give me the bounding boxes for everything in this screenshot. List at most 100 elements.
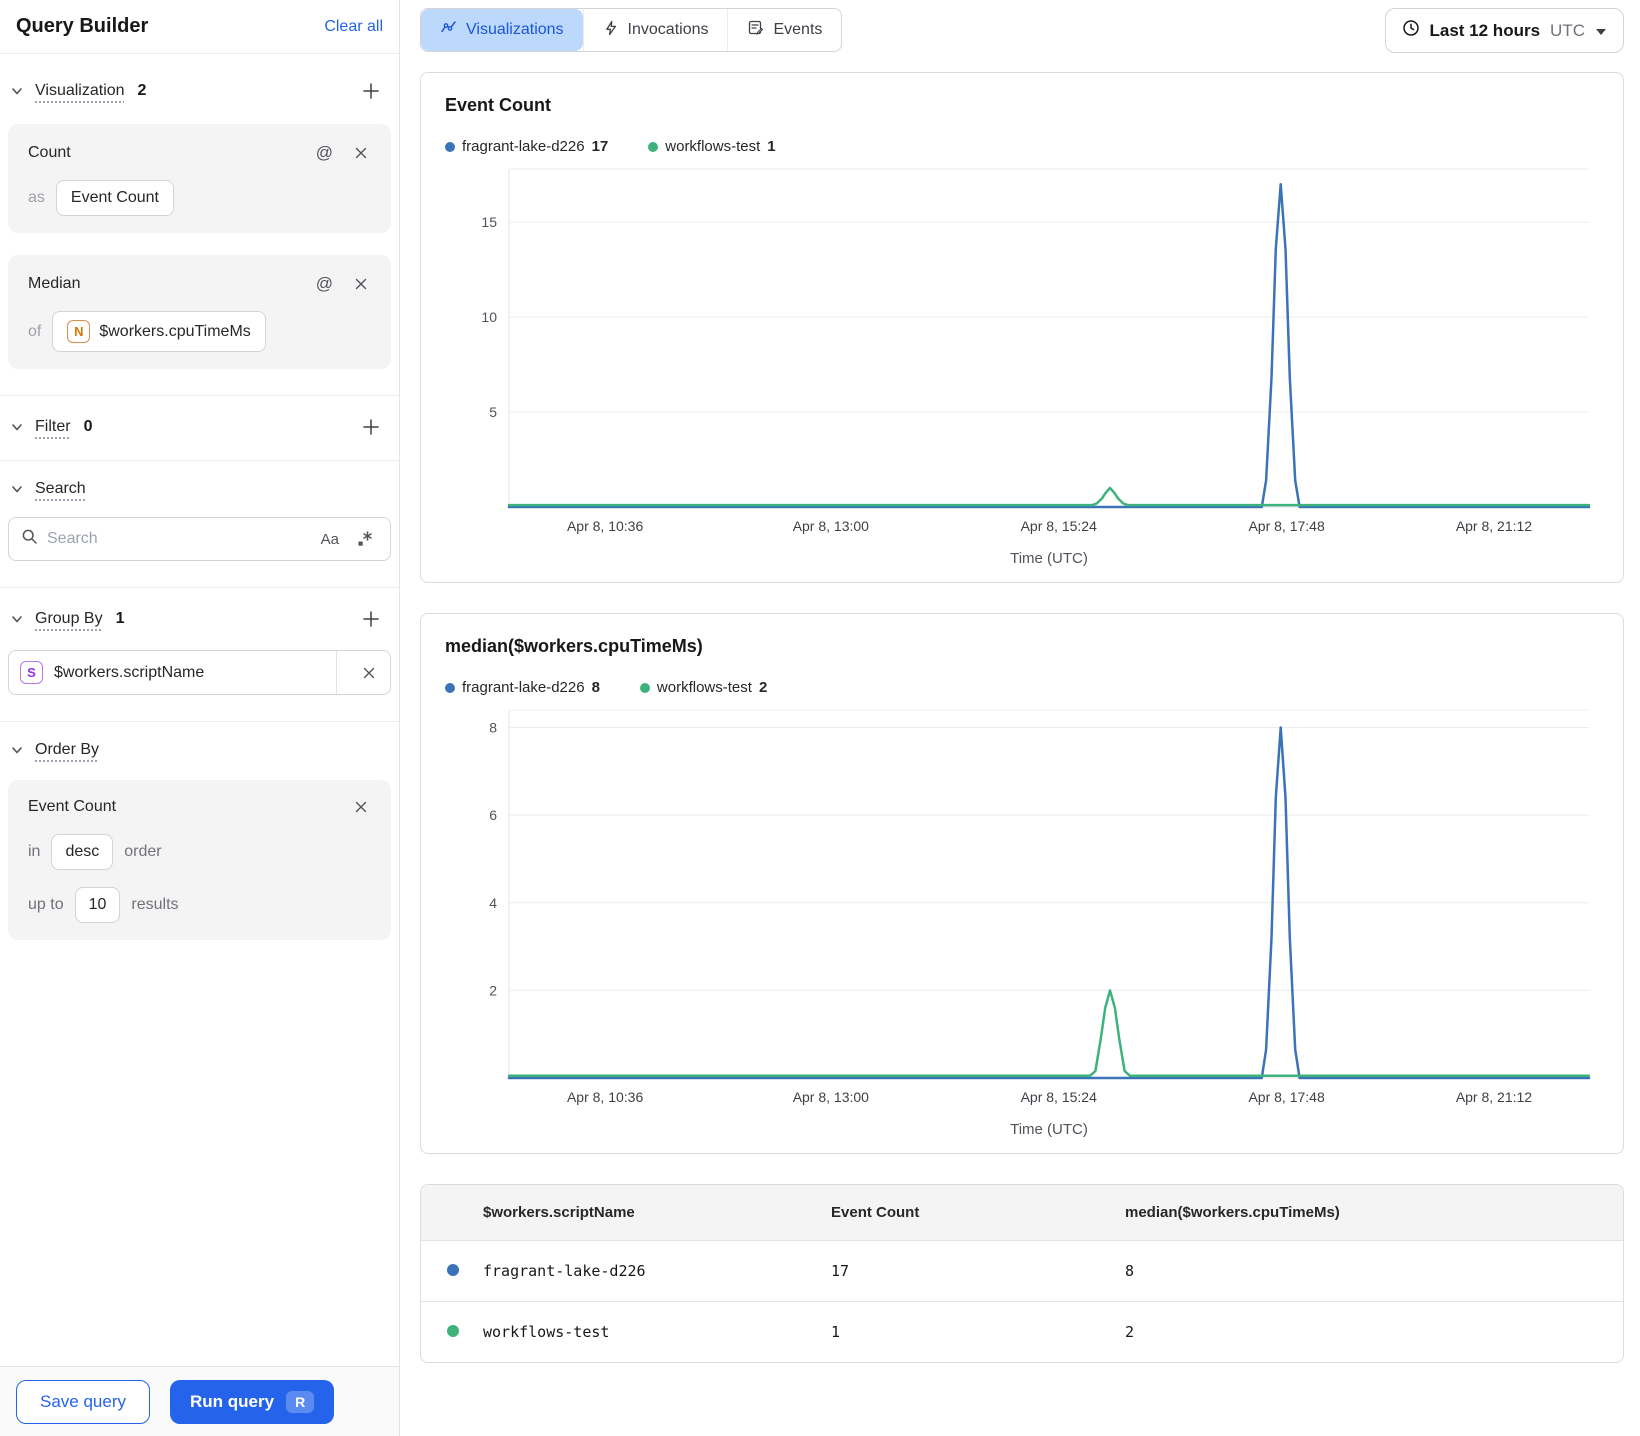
remove-group-by-button[interactable] <box>348 651 390 694</box>
legend-item[interactable]: workflows-test 2 <box>639 679 768 696</box>
event-count-line-chart[interactable]: 5 10 15 Apr 8, 10:36 Apr 8, 13:00 Apr 8, 15:2… <box>445 155 1597 570</box>
group-by-item[interactable]: S $workers.scriptName <box>8 650 391 695</box>
x-tick-label: Apr 8, 15:24 <box>1021 1089 1097 1105</box>
y-tick-label: 10 <box>481 309 497 325</box>
as-label: as <box>28 189 45 206</box>
series-line <box>507 486 1591 507</box>
table-row[interactable]: fragrant-lake-d226 17 8 <box>421 1240 1623 1302</box>
of-label: of <box>28 322 42 340</box>
aggregation-name: Median <box>28 275 81 292</box>
clear-all-button[interactable]: Clear all <box>324 18 383 36</box>
y-tick-label: 8 <box>489 720 497 736</box>
filter-count: 0 <box>83 418 93 435</box>
legend-name: fragrant-lake-d226 <box>462 138 585 155</box>
mention-icon[interactable]: @ <box>314 141 335 165</box>
group-by-field: $workers.scriptName <box>54 663 205 681</box>
event-count-cell: 1 <box>819 1301 1113 1362</box>
filter-section: Filter 0 <box>0 396 399 461</box>
close-icon[interactable] <box>351 797 371 817</box>
legend-dot <box>445 141 455 152</box>
save-query-button[interactable]: Save query <box>16 1379 150 1424</box>
chart-legend: fragrant-lake-d226 17 workflows-test 1 <box>445 138 1599 155</box>
y-tick-label: 2 <box>489 982 497 998</box>
legend-value: 2 <box>758 679 768 696</box>
up-to-label: up to <box>28 896 64 913</box>
line-chart-icon <box>440 19 457 41</box>
x-tick-label: Apr 8, 21:12 <box>1456 1089 1532 1105</box>
group-by-count: 1 <box>115 610 125 627</box>
legend-item[interactable]: fragrant-lake-d226 8 <box>445 679 600 696</box>
time-range-selector[interactable]: Last 12 hours UTC <box>1384 8 1624 53</box>
limit-input[interactable]: 10 <box>74 887 121 923</box>
event-count-column-header: Event Count <box>819 1185 1113 1241</box>
alias-value-box[interactable]: Event Count <box>55 180 174 216</box>
x-tick-label: Apr 8, 10:36 <box>567 1089 643 1105</box>
legend-item[interactable]: workflows-test 1 <box>648 138 776 155</box>
sort-direction-select[interactable]: desc <box>51 834 114 870</box>
chevron-down-icon[interactable] <box>8 480 26 498</box>
add-filter-button[interactable] <box>359 415 383 439</box>
main-header: Visualizations Invocations Events Last 1… <box>420 8 1624 53</box>
chart-title: median($workers.cpuTimeMs) <box>445 636 703 656</box>
chevron-down-icon[interactable] <box>8 610 26 628</box>
y-tick-label: 5 <box>489 404 497 420</box>
legend-value: 1 <box>767 138 776 155</box>
timezone-label: UTC <box>1550 20 1585 40</box>
y-tick-label: 15 <box>481 214 497 230</box>
median-cputime-line-chart[interactable]: 2 4 6 8 Apr 8, 10:36 Apr 8, 13:00 Apr 8, 15:24… <box>445 696 1597 1141</box>
visualization-count: 2 <box>137 82 147 99</box>
chevron-down-icon[interactable] <box>8 418 26 436</box>
regex-toggle[interactable] <box>354 528 376 550</box>
main-content: Visualizations Invocations Events Last 1… <box>400 0 1640 1436</box>
run-query-button[interactable]: Run query R <box>170 1379 335 1424</box>
events-note-icon <box>747 19 764 41</box>
chevron-down-icon[interactable] <box>8 82 26 100</box>
series-line <box>507 989 1591 1078</box>
legend-item[interactable]: fragrant-lake-d226 17 <box>445 138 608 155</box>
close-icon[interactable] <box>351 143 371 163</box>
search-section: Search Aa <box>0 461 399 588</box>
series-color-cell <box>421 1240 471 1302</box>
chevron-down-icon[interactable] <box>8 741 26 759</box>
tab-invocations[interactable]: Invocations <box>582 9 728 51</box>
sidebar-header: Query Builder Clear all <box>0 0 399 54</box>
tab-label: Invocations <box>627 21 709 38</box>
dot-column-header <box>421 1185 471 1241</box>
median-cell: 8 <box>1113 1240 1623 1302</box>
mention-icon[interactable]: @ <box>314 272 335 296</box>
search-input[interactable] <box>47 530 312 548</box>
close-icon[interactable] <box>351 274 371 294</box>
results-table: $workers.scriptName Event Count median($… <box>421 1185 1623 1362</box>
search-label: Search <box>35 480 86 497</box>
add-visualization-button[interactable] <box>359 79 383 103</box>
table-row[interactable]: workflows-test 1 2 <box>421 1301 1623 1362</box>
tab-label: Events <box>773 21 823 38</box>
x-axis-title: Time (UTC) <box>1010 1121 1088 1138</box>
field-value: $workers.cpuTimeMs <box>99 322 251 340</box>
clock-icon <box>1402 19 1420 42</box>
script-name-cell: fragrant-lake-d226 <box>471 1240 819 1302</box>
x-tick-label: Apr 8, 17:48 <box>1248 518 1324 534</box>
legend-value: 8 <box>591 679 600 696</box>
caret-down-icon <box>1595 21 1607 41</box>
x-tick-label: Apr 8, 13:00 <box>793 1089 869 1105</box>
page-title: Query Builder <box>16 15 149 37</box>
median-cputime-chart-card: median($workers.cpuTimeMs) fragrant-lake… <box>420 613 1624 1154</box>
app-root: Query Builder Clear all Visualization 2 <box>0 0 1640 1436</box>
tab-events[interactable]: Events <box>727 9 841 51</box>
x-tick-label: Apr 8, 21:12 <box>1456 518 1532 534</box>
legend-dot <box>639 682 650 693</box>
visualization-section: Visualization 2 Count @ as Event Count M… <box>0 60 399 396</box>
add-group-by-button[interactable] <box>359 607 383 631</box>
chart-legend: fragrant-lake-d226 8 workflows-test 2 <box>445 679 1599 696</box>
y-tick-label: 4 <box>489 895 497 911</box>
match-case-toggle[interactable]: Aa <box>321 531 339 548</box>
order-by-section: Order By Event Count in desc order up to… <box>0 722 399 966</box>
lightning-icon <box>603 20 619 41</box>
table-header-row: $workers.scriptName Event Count median($… <box>421 1185 1623 1241</box>
script-name-cell: workflows-test <box>471 1301 819 1362</box>
field-value-box[interactable]: N $workers.cpuTimeMs <box>52 311 266 352</box>
order-by-label: Order By <box>35 741 100 758</box>
legend-name: workflows-test <box>665 138 761 155</box>
tab-visualizations[interactable]: Visualizations <box>421 9 583 51</box>
